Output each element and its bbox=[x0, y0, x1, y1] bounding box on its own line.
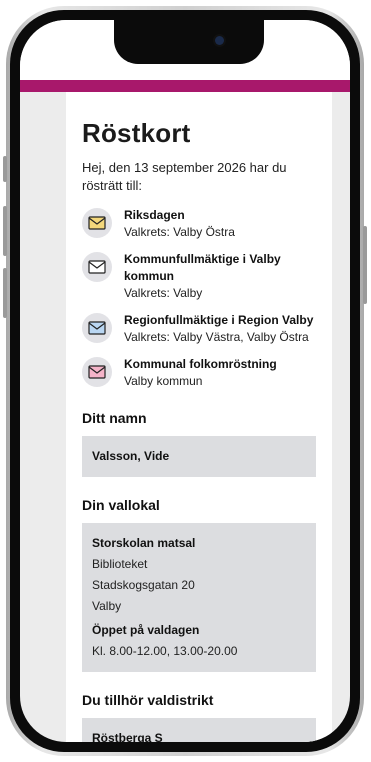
brand-bar bbox=[20, 80, 350, 92]
power-button bbox=[363, 226, 367, 304]
election-item: Kommunal folkomröstning Valby kommun bbox=[82, 356, 316, 390]
camera-icon bbox=[215, 36, 224, 45]
volume-up-button bbox=[3, 206, 7, 256]
district-name: Röstberga S bbox=[92, 731, 163, 742]
envelope-icon bbox=[82, 313, 112, 343]
envelope-icon bbox=[82, 252, 112, 282]
election-title: Kommunfullmäktige i Valby kommun bbox=[124, 252, 281, 283]
polling-address-line: Biblioteket bbox=[92, 557, 148, 571]
election-title: Riksdagen bbox=[124, 208, 185, 222]
election-item: Regionfullmäktige i Region Valby Valkret… bbox=[82, 312, 316, 346]
phone-frame: Röstkort Hej, den 13 september 2026 har … bbox=[3, 6, 367, 756]
election-list: Riksdagen Valkrets: Valby Östra Kommunfu… bbox=[82, 207, 316, 390]
phone-bezel: Röstkort Hej, den 13 september 2026 har … bbox=[10, 10, 360, 752]
polling-place: Storskolan matsal bbox=[92, 536, 196, 550]
election-district: Valkrets: Valby Västra, Valby Östra bbox=[124, 330, 309, 344]
polling-box: Storskolan matsal Biblioteket Stadskogsg… bbox=[82, 523, 316, 672]
election-district: Valby kommun bbox=[124, 374, 203, 388]
name-box: Valsson, Vide bbox=[82, 436, 316, 477]
notch bbox=[114, 20, 264, 64]
name-heading: Ditt namn bbox=[82, 410, 147, 426]
election-title: Kommunal folkomröstning bbox=[124, 357, 277, 371]
district-box: Röstberga S bbox=[82, 718, 316, 742]
opening-hours-heading: Öppet på valdagen bbox=[92, 623, 200, 637]
election-item: Riksdagen Valkrets: Valby Östra bbox=[82, 207, 316, 241]
envelope-icon bbox=[82, 357, 112, 387]
district-heading: Du tillhör valdistrikt bbox=[82, 692, 214, 708]
election-district: Valkrets: Valby bbox=[124, 286, 203, 300]
intro-text: Hej, den 13 september 2026 har du rösträ… bbox=[82, 160, 287, 193]
page-title: Röstkort bbox=[82, 118, 191, 148]
volume-down-button bbox=[3, 268, 7, 318]
voter-name: Valsson, Vide bbox=[92, 449, 170, 463]
polling-heading: Din vallokal bbox=[82, 497, 160, 513]
mute-switch bbox=[3, 156, 7, 182]
election-item: Kommunfullmäktige i Valby kommun Valkret… bbox=[82, 251, 316, 302]
phone-screen: Röstkort Hej, den 13 september 2026 har … bbox=[20, 20, 350, 742]
election-title: Regionfullmäktige i Region Valby bbox=[124, 313, 314, 327]
polling-address-line: Stadskogsgatan 20 bbox=[92, 578, 195, 592]
voter-card: Röstkort Hej, den 13 september 2026 har … bbox=[66, 92, 332, 742]
election-district: Valkrets: Valby Östra bbox=[124, 225, 235, 239]
opening-hours: Kl. 8.00-12.00, 13.00-20.00 bbox=[92, 644, 238, 658]
envelope-icon bbox=[82, 208, 112, 238]
polling-address-line: Valby bbox=[92, 599, 122, 613]
